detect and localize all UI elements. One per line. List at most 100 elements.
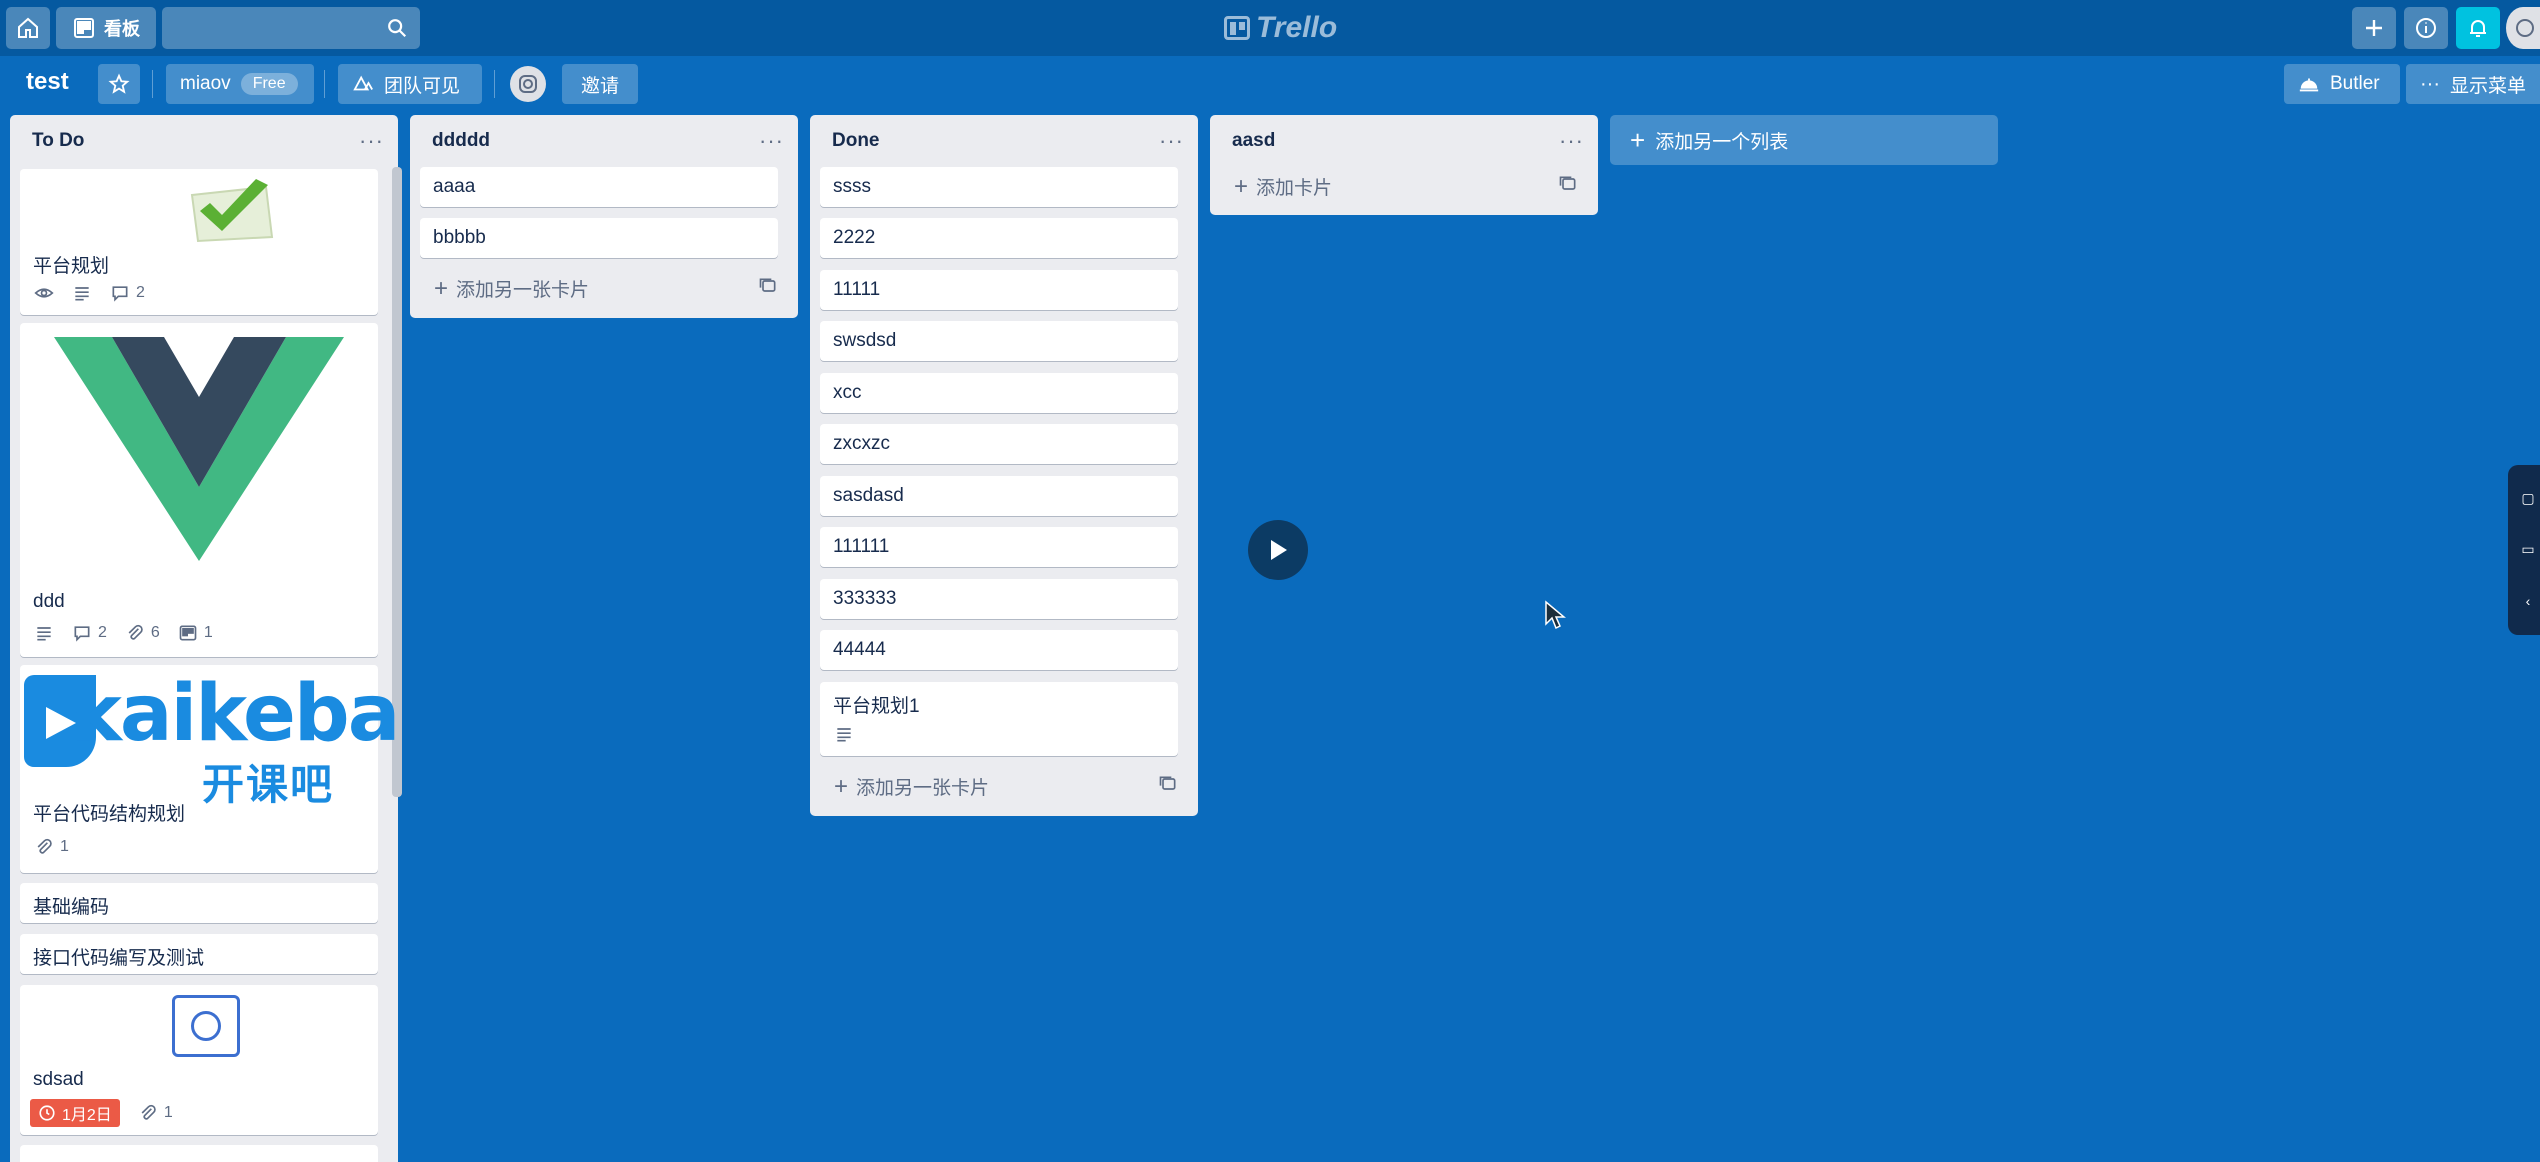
board-title[interactable]: test	[26, 68, 69, 96]
attachments-count: 6	[150, 624, 160, 641]
list-header[interactable]: To Do ···	[10, 115, 398, 167]
boards-icon	[74, 18, 94, 38]
video-play-button[interactable]	[1248, 520, 1308, 580]
list-menu-icon[interactable]: ···	[1559, 128, 1584, 154]
boards-button[interactable]: 看板	[56, 7, 156, 49]
card[interactable]: xcc	[820, 373, 1178, 413]
card-badges: 2	[34, 283, 145, 303]
comment-icon	[112, 286, 128, 302]
ai-tool-icon[interactable]: ▢	[2521, 490, 2534, 506]
card[interactable]: 基础编码	[20, 883, 378, 923]
butler-label: Butler	[2330, 73, 2380, 94]
list-menu-icon[interactable]: ···	[359, 128, 384, 154]
card-template-icon[interactable]	[1158, 774, 1178, 800]
description-badge	[72, 283, 92, 303]
search-icon	[388, 19, 407, 38]
checklist-count: 1	[203, 624, 213, 641]
add-list-button[interactable]: + 添加另一个列表	[1610, 115, 1998, 165]
attachments-count: 1	[60, 838, 69, 855]
avatar-icon	[519, 75, 537, 93]
header-divider	[494, 70, 495, 98]
avatar[interactable]	[2506, 7, 2540, 49]
card[interactable]: 11111	[820, 270, 1178, 310]
card[interactable]: 333333	[820, 579, 1178, 619]
card-template-icon[interactable]	[1558, 174, 1578, 200]
card[interactable]: zxcxzc	[820, 424, 1178, 464]
due-date-badge[interactable]: 1月2日	[30, 1099, 120, 1127]
invite-button[interactable]: 邀请	[562, 64, 638, 104]
list-title[interactable]: aasd	[1232, 130, 1275, 152]
card[interactable]: kaikeba 开课吧 平台代码结构规划 1	[20, 665, 400, 873]
card[interactable]	[20, 1145, 378, 1162]
card[interactable]: 平台规划 2	[20, 169, 378, 315]
team-button[interactable]: miaov Free	[166, 64, 314, 104]
kaikeba-chinese: 开课吧	[202, 761, 335, 808]
list-title[interactable]: Done	[832, 130, 880, 152]
mouse-cursor-icon	[1545, 600, 1566, 630]
paperclip-icon	[141, 1104, 156, 1120]
card[interactable]: 平台规划1	[820, 682, 1178, 756]
list-header[interactable]: ddddd ···	[410, 115, 798, 167]
due-date-text: 1月2日	[62, 1107, 112, 1124]
card[interactable]: bbbbb	[420, 218, 778, 258]
card[interactable]: sasdasd	[820, 476, 1178, 516]
comments-count: 2	[98, 624, 107, 641]
card-title: aaaa	[433, 176, 476, 197]
butler-button[interactable]: Butler	[2284, 64, 2400, 104]
card[interactable]: 44444	[820, 630, 1178, 670]
home-button[interactable]	[6, 7, 50, 49]
info-button[interactable]	[2404, 7, 2448, 49]
card-title: 2222	[833, 227, 876, 248]
list-menu-icon[interactable]: ···	[1159, 128, 1184, 154]
card[interactable]: sdsad 1月2日 1	[20, 985, 378, 1135]
card-badges: 1月2日 1	[30, 1099, 173, 1127]
list-title[interactable]: To Do	[32, 130, 84, 152]
list-header[interactable]: aasd ···	[1210, 115, 1598, 167]
trello-mark-icon	[1224, 16, 1250, 40]
watch-badge	[34, 283, 54, 303]
card-title: 平台代码结构规划	[33, 804, 186, 825]
card-title: 平台规划	[33, 256, 110, 277]
visibility-button[interactable]: 团队可见	[338, 64, 482, 104]
card[interactable]: ddd 2 6 1	[20, 323, 378, 657]
course-tool-icon[interactable]: ▭	[2521, 541, 2534, 557]
add-card-button[interactable]: + 添加另一张卡片	[420, 269, 788, 309]
card-title: 333333	[833, 588, 897, 609]
list-menu-icon[interactable]: ···	[759, 128, 784, 154]
add-card-button[interactable]: + 添加卡片	[1220, 167, 1588, 207]
list-title[interactable]: ddddd	[432, 130, 490, 152]
card-badges: 2 6 1	[34, 623, 213, 643]
search-input[interactable]	[162, 7, 372, 49]
member-avatar[interactable]	[510, 66, 546, 102]
list-header[interactable]: Done ···	[810, 115, 1198, 167]
add-card-button[interactable]: + 添加另一张卡片	[820, 767, 1188, 807]
add-card-label: 添加卡片	[1256, 178, 1333, 199]
card-badges: 1	[34, 837, 69, 857]
card[interactable]: ssss	[820, 167, 1178, 207]
checklist-badge: 1	[178, 623, 213, 643]
card[interactable]: 接口代码编写及测试	[20, 934, 378, 974]
floating-side-panel[interactable]: ▢ ▭ ‹	[2508, 465, 2540, 635]
card[interactable]: swsdsd	[820, 321, 1178, 361]
card[interactable]: 111111	[820, 527, 1178, 567]
card[interactable]: 2222	[820, 218, 1178, 258]
paperclip-icon	[128, 624, 143, 640]
show-menu-label: 显示菜单	[2449, 75, 2526, 97]
create-button[interactable]	[2352, 7, 2396, 49]
notifications-button[interactable]	[2456, 7, 2500, 49]
collapse-panel-icon[interactable]: ‹	[2526, 593, 2531, 609]
card[interactable]: aaaa	[420, 167, 778, 207]
star-button[interactable]	[98, 64, 140, 104]
description-icon	[75, 287, 89, 301]
search-box[interactable]	[162, 7, 420, 49]
plus-icon: +	[1234, 173, 1249, 200]
add-card-label: 添加另一张卡片	[856, 778, 990, 799]
trello-logo[interactable]: Trello	[1224, 10, 1337, 46]
description-icon	[837, 728, 851, 742]
boards-label: 看板	[104, 19, 140, 39]
bell-icon	[2470, 20, 2486, 37]
card-template-icon[interactable]	[758, 276, 778, 302]
logo-text: Trello	[1256, 11, 1338, 44]
butler-icon	[2299, 78, 2319, 92]
show-menu-button[interactable]: ··· 显示菜单	[2406, 64, 2540, 104]
